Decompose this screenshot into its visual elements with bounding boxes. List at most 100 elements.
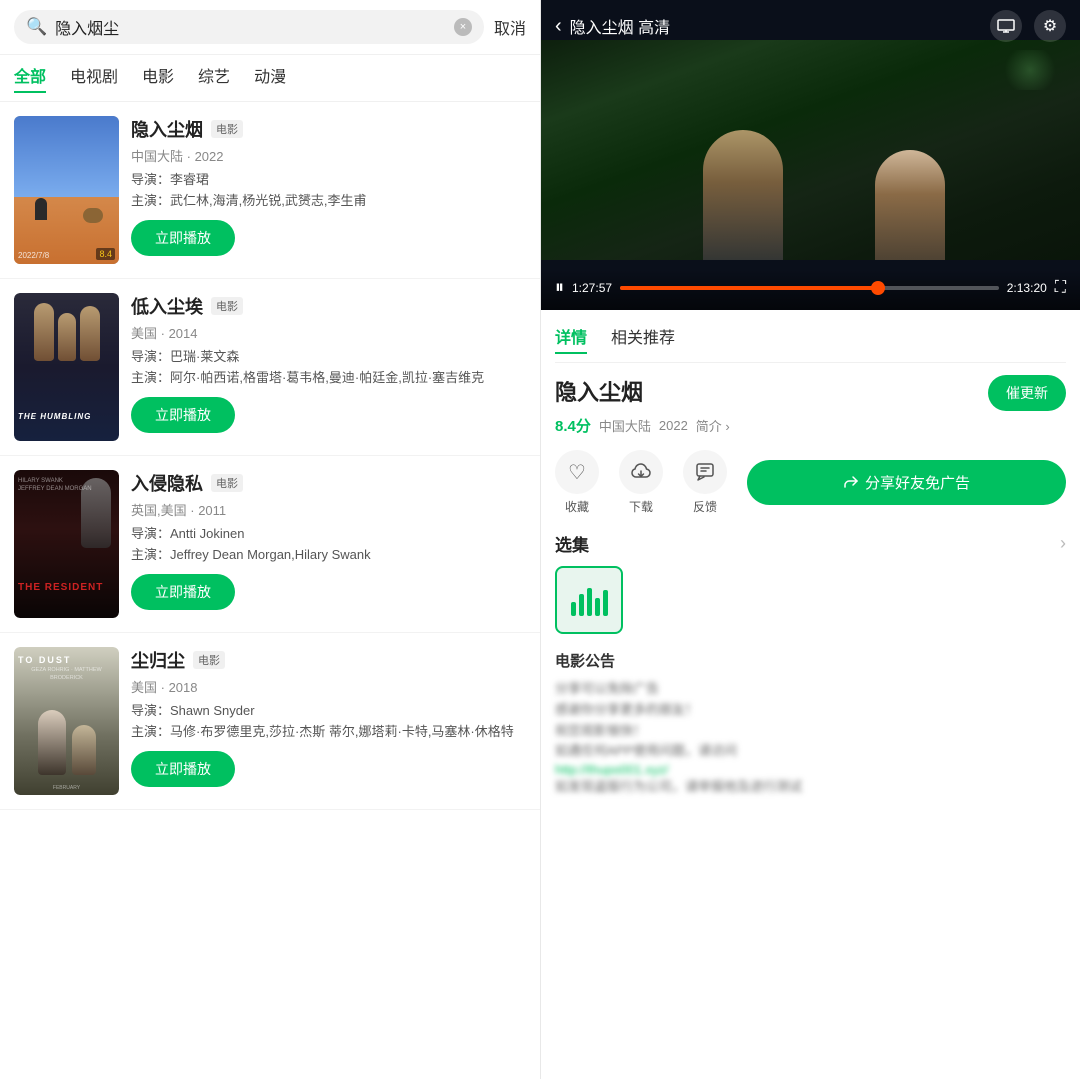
desc-line-2: 感谢你分享更多的朋友！ <box>555 700 1066 721</box>
search-input-wrap[interactable]: 🔍 × <box>14 10 484 44</box>
tab-anime[interactable]: 动漫 <box>254 63 286 93</box>
update-button[interactable]: 催更新 <box>988 375 1066 411</box>
heart-icon: ♡ <box>555 450 599 494</box>
share-button[interactable]: 分享好友免广告 <box>747 460 1066 505</box>
progress-fill <box>620 286 878 290</box>
poster-date: 2022/7/8 <box>18 251 49 260</box>
movie-info-row: 隐入尘烟 催更新 <box>555 375 1066 411</box>
humbling-text: THE HUMBLING <box>18 412 91 421</box>
total-time: 2:13:20 <box>1007 281 1047 295</box>
result-info-2: 低入尘埃 电影 美国 · 2014 导演：巴瑞·莱文森 主演：阿尔·帕西诺,格雷… <box>131 293 526 441</box>
year-text: 2022 <box>659 418 688 433</box>
episode-section: 选集 › <box>555 531 1066 634</box>
episode-thumb-1[interactable] <box>555 566 623 634</box>
desc-line-5: 如发现盗版行为公司，请举报他及进行测试 <box>555 777 1066 798</box>
play-button-4[interactable]: 立即播放 <box>131 751 235 787</box>
intro-link[interactable]: 简介 › <box>696 416 730 435</box>
back-icon[interactable]: ‹ <box>555 15 562 38</box>
result-meta: 中国大陆 · 2022 <box>131 146 526 165</box>
episode-chevron[interactable]: › <box>1060 533 1066 554</box>
clear-icon[interactable]: × <box>454 18 472 36</box>
desc-line-1: 分享可以免除广告 <box>555 679 1066 700</box>
poster-rating: 8.4 <box>96 248 115 260</box>
pause-button[interactable]: ⏸ <box>555 277 564 298</box>
fullscreen-button[interactable]: ⛶ <box>1055 279 1066 297</box>
current-time: 1:27:57 <box>572 281 612 295</box>
collect-label: 收藏 <box>565 498 589 515</box>
collect-action[interactable]: ♡ 收藏 <box>555 450 599 515</box>
to-dust-title: TO DUST <box>18 655 71 665</box>
resident-text: THE RESIDENT <box>18 582 103 593</box>
result-item: TO DUST GEZA ROHRIG · MATTHEW BRODERICK … <box>0 633 540 810</box>
poster-2: THE HUMBLING <box>14 293 119 441</box>
progress-bar[interactable] <box>620 286 999 290</box>
episode-grid <box>555 566 1066 634</box>
download-icon <box>619 450 663 494</box>
result-item: THE RESIDENT HILARY SWANKJEFFREY DEAN MO… <box>0 456 540 633</box>
feedback-action[interactable]: 反馈 <box>683 450 727 515</box>
right-panel: ‹ 隐入尘烟 高清 ⚙ <box>540 0 1080 1079</box>
result-item: THE HUMBLING 低入尘埃 电影 美国 · 2014 导演：巴瑞·莱文森… <box>0 279 540 456</box>
result-meta: 美国 · 2014 <box>131 323 526 342</box>
tab-variety[interactable]: 综艺 <box>198 63 230 93</box>
play-button-3[interactable]: 立即播放 <box>131 574 235 610</box>
result-list: 2022/7/8 8.4 隐入尘烟 电影 中国大陆 · 2022 导演：李睿珺 … <box>0 102 540 1079</box>
detail-section: 详情 相关推荐 隐入尘烟 催更新 8.4分 中国大陆 2022 简介 › ♡ 收… <box>541 310 1080 1079</box>
action-icons-row: ♡ 收藏 下载 <box>555 450 1066 515</box>
left-panel: 🔍 × 取消 全部 电视剧 电影 综艺 动漫 2022 <box>0 0 540 1079</box>
result-info-1: 隐入尘烟 电影 中国大陆 · 2022 导演：李睿珺 主演：武仁林,海清,杨光锐… <box>131 116 526 264</box>
result-title: 隐入尘烟 <box>131 116 203 142</box>
video-title: 隐入尘烟 高清 <box>570 14 670 38</box>
movie-sub-info: 8.4分 中国大陆 2022 简介 › <box>555 415 1066 436</box>
tab-movie[interactable]: 电影 <box>142 63 174 93</box>
tab-tv[interactable]: 电视剧 <box>70 63 118 93</box>
result-type: 电影 <box>211 120 243 138</box>
poster-4: TO DUST GEZA ROHRIG · MATTHEW BRODERICK … <box>14 647 119 795</box>
search-icon: 🔍 <box>26 17 47 37</box>
movie-title-main: 隐入尘烟 <box>555 375 643 407</box>
tab-detail[interactable]: 详情 <box>555 324 587 354</box>
result-cast: 主演：阿尔·帕西诺,格雷塔·葛韦格,曼迪·帕廷金,凯拉·塞吉维克 <box>131 369 526 387</box>
video-controls: ⏸ 1:27:57 2:13:20 ⛶ <box>541 269 1080 310</box>
search-bar: 🔍 × 取消 <box>0 0 540 55</box>
video-player: ‹ 隐入尘烟 高清 ⚙ <box>541 0 1080 310</box>
result-meta: 英国,美国 · 2011 <box>131 500 526 519</box>
result-title: 入侵隐私 <box>131 470 203 496</box>
episode-title: 选集 <box>555 531 589 556</box>
search-input[interactable] <box>55 18 446 36</box>
result-cast: 主演：武仁林,海清,杨光锐,武赟志,李生甫 <box>131 192 526 210</box>
poster-1: 2022/7/8 8.4 <box>14 116 119 264</box>
result-title: 低入尘埃 <box>131 293 203 319</box>
result-director: 导演：李睿珺 <box>131 169 526 188</box>
result-info-4: 尘归尘 电影 美国 · 2018 导演：Shawn Snyder 主演：马修·布… <box>131 647 526 795</box>
desc-section: 电影公告 分享可以免除广告 感谢你分享更多的朋友！ 祝您观影愉快！ 如遇任何AP… <box>555 650 1066 818</box>
result-title: 尘归尘 <box>131 647 185 673</box>
result-meta: 美国 · 2018 <box>131 677 526 696</box>
result-cast: 主演：Jeffrey Dean Morgan,Hilary Swank <box>131 546 526 564</box>
tab-all[interactable]: 全部 <box>14 63 46 93</box>
rating-score: 8.4分 <box>555 415 591 436</box>
download-action[interactable]: 下载 <box>619 450 663 515</box>
detail-tabs: 详情 相关推荐 <box>555 310 1066 363</box>
video-scene <box>541 40 1080 260</box>
cancel-button[interactable]: 取消 <box>494 15 526 39</box>
region-text: 中国大陆 <box>599 416 651 435</box>
result-director: 导演：巴瑞·莱文森 <box>131 346 526 365</box>
feedback-label: 反馈 <box>693 498 717 515</box>
download-label: 下载 <box>629 498 653 515</box>
play-button-2[interactable]: 立即播放 <box>131 397 235 433</box>
result-item: 2022/7/8 8.4 隐入尘烟 电影 中国大陆 · 2022 导演：李睿珺 … <box>0 102 540 279</box>
settings-icon-btn[interactable]: ⚙ <box>1034 10 1066 42</box>
result-director: 导演：Antti Jokinen <box>131 523 526 542</box>
result-type: 电影 <box>211 297 243 315</box>
desc-line-3: 祝您观影愉快！ <box>555 721 1066 742</box>
poster-3: THE RESIDENT HILARY SWANKJEFFREY DEAN MO… <box>14 470 119 618</box>
desc-line-4: 如遇任何APP使用问题，请访问 <box>555 741 1066 762</box>
tab-related[interactable]: 相关推荐 <box>611 324 675 354</box>
cast-icon-btn[interactable] <box>990 10 1022 42</box>
progress-thumb[interactable] <box>871 281 885 295</box>
play-button-1[interactable]: 立即播放 <box>131 220 235 256</box>
result-director: 导演：Shawn Snyder <box>131 700 526 719</box>
desc-link[interactable]: http://thupo001.xyz/ <box>555 762 1066 777</box>
category-tabs: 全部 电视剧 电影 综艺 动漫 <box>0 55 540 102</box>
